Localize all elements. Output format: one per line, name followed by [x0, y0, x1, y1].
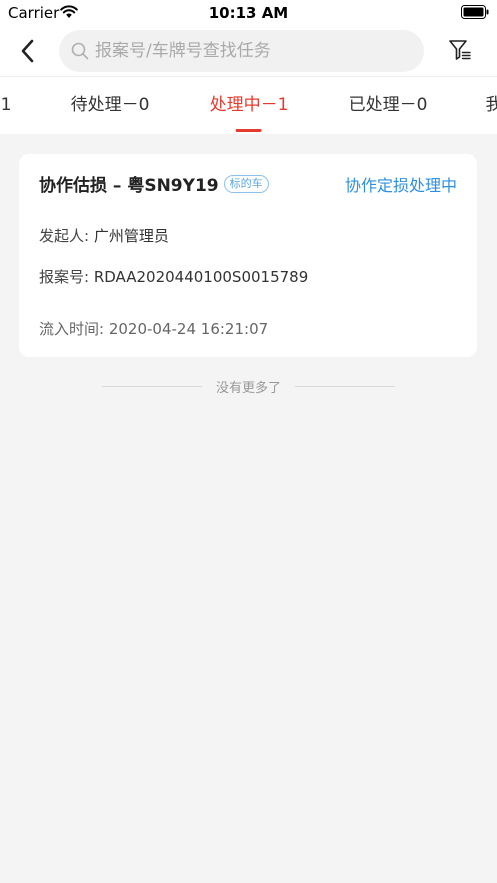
- initiator-value: 广州管理员: [93, 227, 169, 245]
- tab-processed[interactable]: 已处理－0: [349, 77, 428, 134]
- task-card[interactable]: 协作估损 – 粤SN9Y19 标的车 协作定损处理中 发起人: 广州管理员 报案…: [19, 154, 477, 357]
- active-tab-indicator: [235, 129, 262, 132]
- list-end-indicator: 没有更多了: [0, 376, 497, 396]
- search-box[interactable]: [59, 30, 424, 72]
- tab-label: 1: [0, 95, 12, 115]
- initiator-row: 发起人: 广州管理员: [39, 225, 169, 246]
- initiator-label: 发起人:: [39, 227, 90, 245]
- filter-button[interactable]: [446, 36, 474, 64]
- case-number-label: 报案号:: [39, 268, 90, 286]
- divider-right: [295, 385, 395, 387]
- task-title-row: 协作估损 – 粤SN9Y19 标的车: [39, 171, 269, 196]
- filter-icon: [449, 40, 471, 60]
- back-chevron-icon: [21, 39, 34, 63]
- nav-bar: [0, 26, 497, 76]
- inflow-time-row: 流入时间: 2020-04-24 16:21:07: [39, 318, 268, 339]
- tab-partial-right[interactable]: 我: [486, 77, 497, 134]
- tab-label: 处理中－1: [209, 95, 289, 115]
- tab-pending[interactable]: 待处理－0: [71, 77, 150, 134]
- divider-left: [101, 385, 202, 387]
- battery-icon: [461, 5, 489, 19]
- vehicle-tag-badge: 标的车: [223, 174, 269, 193]
- inflow-time-value: 2020-04-24 16:21:07: [108, 320, 269, 338]
- back-button[interactable]: [12, 36, 42, 66]
- status-bar: Carrier 10:13 AM: [0, 0, 497, 26]
- tab-label: 已处理－0: [348, 95, 428, 115]
- status-time: 10:13 AM: [208, 4, 289, 22]
- inflow-time-label: 流入时间:: [39, 320, 105, 338]
- task-title: 协作估损 – 粤SN9Y19: [39, 176, 219, 196]
- search-icon: [71, 42, 89, 60]
- tab-label: 我: [486, 95, 497, 115]
- task-status: 协作定损处理中: [344, 176, 457, 195]
- status-tabs: 1 待处理－0 处理中－1 已处理－0 我: [0, 76, 497, 134]
- tab-label: 待处理－0: [70, 95, 150, 115]
- tab-partial-left[interactable]: 1: [1, 77, 12, 134]
- case-number-value: RDAA2020440100S0015789: [93, 268, 309, 286]
- tab-in-progress[interactable]: 处理中－1: [209, 77, 289, 134]
- case-number-row: 报案号: RDAA2020440100S0015789: [39, 266, 308, 287]
- no-more-text: 没有更多了: [215, 380, 281, 396]
- search-input[interactable]: [95, 41, 415, 61]
